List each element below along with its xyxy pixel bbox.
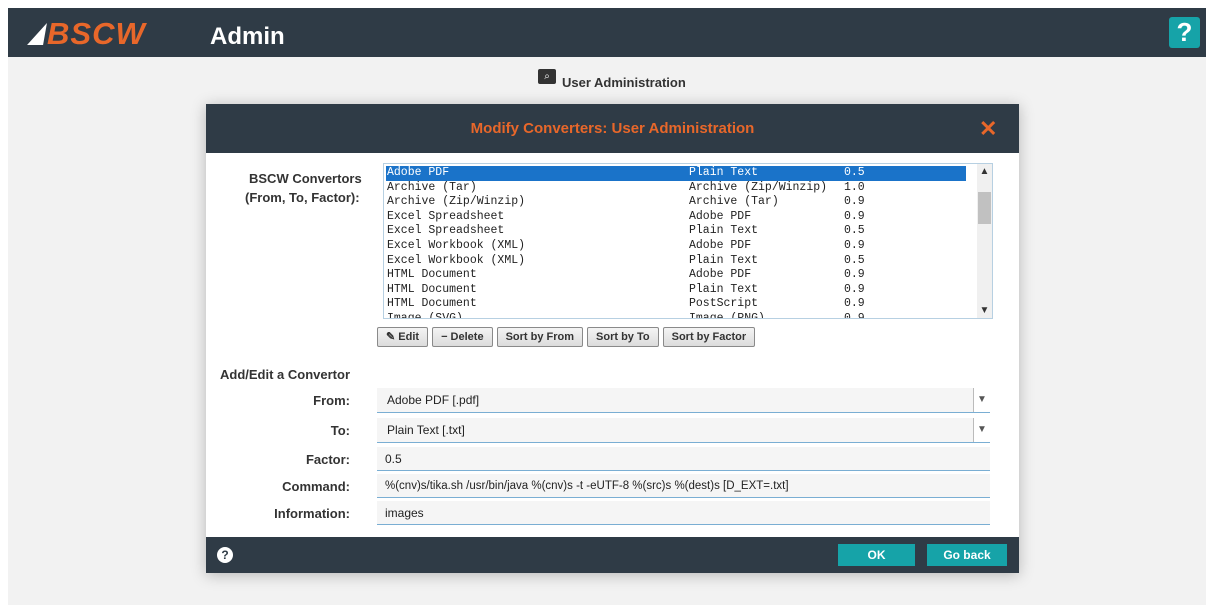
help-icon[interactable]: ? <box>217 547 233 563</box>
list-scrollbar[interactable]: ▲ ▼ <box>977 164 992 318</box>
converters-list-sublabel: (From, To, Factor): <box>245 190 360 205</box>
converter-from: Excel Workbook (XML) <box>387 238 526 252</box>
list-item[interactable]: HTML Document PostScript 0.9 <box>386 297 966 312</box>
converter-from: Excel Workbook (XML) <box>387 253 526 267</box>
list-item[interactable]: Excel Workbook (XML) Plain Text 0.5 <box>386 254 966 269</box>
list-item[interactable]: HTML Document Plain Text 0.9 <box>386 283 966 298</box>
converter-factor: 0.9 <box>844 195 865 209</box>
converter-to: Archive (Tar) <box>689 195 779 209</box>
converter-from: Excel Spreadsheet <box>387 224 505 238</box>
converter-from: HTML Document <box>387 268 477 282</box>
logo-text: BSCW <box>47 16 146 51</box>
list-actions: ✎ Edit − Delete Sort by From Sort by To … <box>377 327 756 347</box>
converter-factor: 0.9 <box>844 268 865 282</box>
list-item[interactable]: Excel Spreadsheet Plain Text 0.5 <box>386 224 966 239</box>
breadcrumb-label[interactable]: User Administration <box>562 75 686 90</box>
list-item[interactable]: HTML Document Adobe PDF 0.9 <box>386 268 966 283</box>
list-item[interactable]: Excel Workbook (XML) Adobe PDF 0.9 <box>386 239 966 254</box>
app-title: Admin <box>210 23 285 50</box>
edit-label: Edit <box>398 331 420 343</box>
converter-to: Plain Text <box>689 282 759 296</box>
converter-factor: 0.9 <box>844 238 865 252</box>
form-title: Add/Edit a Convertor <box>220 367 351 382</box>
converters-list[interactable]: Adobe PDF Plain Text 0.5 Archive (Tar) Archi… <box>383 163 993 319</box>
sort-by-factor-button[interactable]: Sort by Factor <box>662 327 756 347</box>
help-icon[interactable]: ? <box>1169 17 1200 48</box>
list-item[interactable]: Archive (Zip/Winzip) Archive (Tar) 0.9 <box>386 195 966 210</box>
converters-list-rows: Adobe PDF Plain Text 0.5 Archive (Tar) Archi… <box>386 166 966 319</box>
converter-to: Adobe PDF <box>689 209 752 223</box>
converter-from: Image (SVG) <box>387 311 463 319</box>
from-label: From: <box>313 393 350 408</box>
list-item[interactable]: Image (SVG) Image (PNG) 0.9 <box>386 311 966 319</box>
chevron-down-icon[interactable]: ▼ <box>973 418 990 442</box>
scroll-down-icon[interactable]: ▼ <box>977 305 992 316</box>
close-icon[interactable]: ✕ <box>979 116 997 142</box>
converter-from: HTML Document <box>387 297 477 311</box>
delete-button[interactable]: − Delete <box>432 327 493 347</box>
scroll-thumb[interactable] <box>978 192 991 224</box>
top-bar: BSCW Admin ? <box>8 8 1206 57</box>
ok-button[interactable]: OK <box>838 544 915 566</box>
chevron-down-icon[interactable]: ▼ <box>973 388 990 412</box>
factor-label: Factor: <box>305 452 350 467</box>
edit-button[interactable]: ✎ Edit <box>377 327 429 347</box>
to-value: Plain Text [.txt] <box>387 423 465 437</box>
list-item[interactable]: Archive (Tar) Archive (Zip/Winzip) 1.0 <box>386 181 966 196</box>
converter-factor: 0.5 <box>844 166 865 179</box>
converter-factor: 0.9 <box>844 311 865 319</box>
converter-factor: 0.9 <box>844 297 865 311</box>
folder-search-icon: ⌕ <box>538 69 556 84</box>
sort-by-from-button[interactable]: Sort by From <box>496 327 584 347</box>
converter-from: Archive (Zip/Winzip) <box>387 195 526 209</box>
converter-to: Adobe PDF <box>689 238 752 252</box>
dialog-title: Modify Converters: User Administration <box>470 120 755 137</box>
converter-to: Plain Text <box>689 224 759 238</box>
converter-factor: 0.9 <box>844 209 865 223</box>
converter-to: Plain Text <box>689 166 759 179</box>
converters-list-label: BSCW Convertors <box>249 171 362 186</box>
to-label: To: <box>330 423 350 438</box>
sort-by-to-button[interactable]: Sort by To <box>587 327 659 347</box>
list-item[interactable]: Excel Spreadsheet Adobe PDF 0.9 <box>386 210 966 225</box>
to-select[interactable]: Plain Text [.txt] ▼ <box>377 418 990 443</box>
converter-to: PostScript <box>689 297 759 311</box>
delete-label: Delete <box>450 331 484 343</box>
command-field[interactable]: %(cnv)s/tika.sh /usr/bin/java %(cnv)s -t… <box>377 474 990 498</box>
information-label: Information: <box>274 506 350 521</box>
converter-to: Archive (Zip/Winzip) <box>689 180 828 194</box>
converter-from: Archive (Tar) <box>387 180 477 194</box>
command-label: Command: <box>282 479 350 494</box>
converter-factor: 1.0 <box>844 180 865 194</box>
converter-to: Adobe PDF <box>689 268 752 282</box>
go-back-button[interactable]: Go back <box>927 544 1007 566</box>
converter-from: Adobe PDF <box>387 166 450 179</box>
converter-from: Excel Spreadsheet <box>387 209 505 223</box>
information-field[interactable]: images <box>377 501 990 525</box>
converter-factor: 0.5 <box>844 224 865 238</box>
list-item[interactable]: Adobe PDF Plain Text 0.5 <box>386 166 966 181</box>
breadcrumb: ⌕ User Administration <box>538 69 686 90</box>
from-value: Adobe PDF [.pdf] <box>387 393 480 407</box>
pencil-icon: ✎ <box>386 331 399 343</box>
bscw-logo[interactable]: BSCW <box>27 16 146 52</box>
dialog-footer: ? OK Go back <box>206 537 1019 573</box>
dialog-header: Modify Converters: User Administration ✕ <box>206 104 1019 153</box>
converter-to: Image (PNG) <box>689 311 765 319</box>
converter-factor: 0.5 <box>844 253 865 267</box>
converter-to: Plain Text <box>689 253 759 267</box>
modify-converters-dialog: Modify Converters: User Administration ✕… <box>206 104 1019 573</box>
factor-field[interactable]: 0.5 <box>377 447 990 471</box>
minus-icon: − <box>441 331 451 343</box>
converter-from: HTML Document <box>387 282 477 296</box>
scroll-up-icon[interactable]: ▲ <box>977 166 992 177</box>
logo-mark-icon <box>27 23 47 45</box>
converter-factor: 0.9 <box>844 282 865 296</box>
from-select[interactable]: Adobe PDF [.pdf] ▼ <box>377 388 990 413</box>
